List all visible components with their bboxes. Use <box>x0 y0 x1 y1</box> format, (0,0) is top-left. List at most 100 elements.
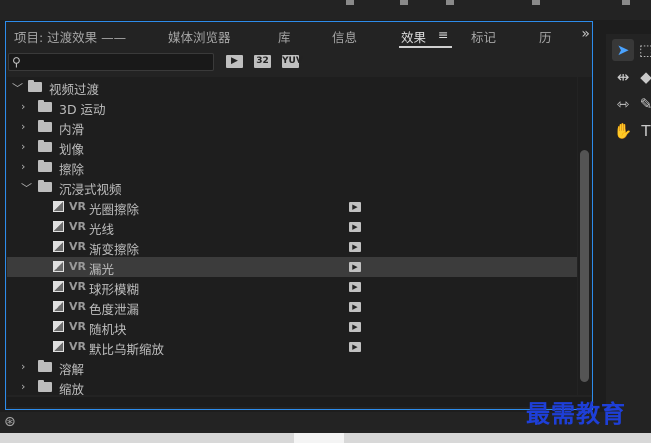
tree-row-video-transitions[interactable]: ﹀ 视频过渡 <box>7 77 577 97</box>
accelerated-icon: ▶ <box>349 242 361 252</box>
chevron-down-icon[interactable]: ﹀ <box>12 80 23 96</box>
transition-icon <box>53 281 64 292</box>
tree-row-folder[interactable]: › 擦除 <box>7 157 577 177</box>
accelerated-icon: ▶ <box>349 322 361 332</box>
effects-tree: ﹀ 视频过渡 › 3D 运动 › 内滑 › 划像 › 擦除 ﹀ 沉浸式视频 VR… <box>7 77 577 395</box>
tab-overflow-icon[interactable]: » <box>581 26 590 42</box>
slip-tool-icon[interactable]: ⇿ <box>612 93 634 115</box>
folder-icon <box>38 140 52 152</box>
vr-badge: VR <box>69 220 86 233</box>
ripple-edit-tool-icon[interactable]: ⇹ <box>612 66 634 88</box>
tree-row-folder[interactable]: › 划像 <box>7 137 577 157</box>
tree-row-immersive-video[interactable]: ﹀ 沉浸式视频 <box>7 177 577 197</box>
selection-tool-icon[interactable]: ➤ <box>612 39 634 61</box>
tree-row-effect-selected[interactable]: VR 漏光 ▶ <box>7 257 577 277</box>
hand-tool-icon[interactable]: ✋ <box>612 120 634 142</box>
folder-label: 沉浸式视频 <box>59 182 122 197</box>
tree-row-folder[interactable]: › 溶解 <box>7 357 577 377</box>
horizontal-scrollbar[interactable] <box>7 397 591 407</box>
folder-label: 内滑 <box>59 122 85 137</box>
chevron-right-icon[interactable]: › <box>21 100 25 113</box>
effect-label: 渐变擦除 <box>89 242 140 257</box>
vr-badge: VR <box>69 260 86 273</box>
transition-icon <box>53 321 64 332</box>
folder-label: 缩放 <box>59 382 85 395</box>
top-bar-icon <box>400 0 408 5</box>
folder-icon <box>38 180 52 192</box>
vr-badge: VR <box>69 340 86 353</box>
accelerated-icon: ▶ <box>349 202 361 212</box>
tree-row-folder[interactable]: › 缩放 <box>7 377 577 395</box>
32bit-filter-button[interactable]: 32 <box>254 55 271 68</box>
tree-row-effect[interactable]: VR 色度泄漏 ▶ <box>7 297 577 317</box>
bottom-strip-gap <box>294 433 344 443</box>
vr-badge: VR <box>69 320 86 333</box>
vertical-scrollbar-thumb[interactable] <box>580 150 589 382</box>
accelerated-icon: ▶ <box>349 342 361 352</box>
tree-row-folder[interactable]: › 内滑 <box>7 117 577 137</box>
chevron-right-icon[interactable]: › <box>21 360 25 373</box>
bottom-strip <box>0 433 651 443</box>
vr-badge: VR <box>69 200 86 213</box>
tab-menu-icon[interactable]: ≡ <box>438 27 448 42</box>
vr-badge: VR <box>69 300 86 313</box>
effect-label: 随机块 <box>89 322 127 337</box>
active-tab-underline <box>399 46 452 48</box>
tree-row-folder[interactable]: › 3D 运动 <box>7 97 577 117</box>
tree-row-effect[interactable]: VR 随机块 ▶ <box>7 317 577 337</box>
tab-effects[interactable]: 效果 <box>401 27 426 46</box>
transition-icon <box>53 201 64 212</box>
panel-tab-bar: 项目: 过渡效果 —— 媒体浏览器 库 信息 效果 ≡ 标记 历 » <box>6 22 592 49</box>
type-tool-icon[interactable]: T <box>635 120 651 142</box>
tab-markers[interactable]: 标记 <box>471 27 496 46</box>
accelerated-icon: ▶ <box>349 222 361 232</box>
folder-label: 擦除 <box>59 162 85 177</box>
folder-label: 划像 <box>59 142 85 157</box>
folder-label: 溶解 <box>59 362 85 377</box>
chevron-right-icon[interactable]: › <box>21 160 25 173</box>
tree-row-effect[interactable]: VR 光线 ▶ <box>7 217 577 237</box>
effect-label: 球形模糊 <box>89 282 140 297</box>
transition-icon <box>53 341 64 352</box>
tab-media-browser[interactable]: 媒体浏览器 <box>168 27 231 46</box>
pen-tool-icon[interactable]: ✎ <box>635 93 651 115</box>
top-bar-icon <box>532 0 540 5</box>
chevron-down-icon[interactable]: ﹀ <box>21 180 32 196</box>
accelerated-icon: ▶ <box>349 282 361 292</box>
folder-icon <box>38 120 52 132</box>
search-icon: ⚲ <box>12 55 21 69</box>
transition-icon <box>53 301 64 312</box>
tab-libraries[interactable]: 库 <box>278 27 291 46</box>
track-select-tool-icon[interactable]: ⬚ <box>635 39 651 61</box>
top-bar-icon <box>622 0 630 5</box>
tab-info[interactable]: 信息 <box>332 27 357 46</box>
razor-tool-icon[interactable]: ◆ <box>635 66 651 88</box>
chevron-right-icon[interactable]: › <box>21 120 25 133</box>
accelerated-icon: ▶ <box>349 302 361 312</box>
tree-row-effect[interactable]: VR 默比乌斯缩放 ▶ <box>7 337 577 357</box>
transition-icon <box>53 241 64 252</box>
yuv-filter-button[interactable]: YUV <box>282 55 303 68</box>
folder-icon <box>38 160 52 172</box>
effect-label: 漏光 <box>89 262 115 277</box>
tools-panel: ➤ ⬚ ⇹ ◆ ⇿ ✎ ✋ T <box>606 34 651 414</box>
chevron-right-icon[interactable]: › <box>21 380 25 393</box>
folder-icon <box>28 80 42 92</box>
effect-label: 默比乌斯缩放 <box>89 342 165 357</box>
top-bar-icon <box>446 0 454 5</box>
effects-panel: 项目: 过渡效果 —— 媒体浏览器 库 信息 效果 ≡ 标记 历 » ⚲ ▶ 3… <box>5 21 593 410</box>
tree-row-effect[interactable]: VR 光圈擦除 ▶ <box>7 197 577 217</box>
effect-label: 光圈擦除 <box>89 202 140 217</box>
tab-project[interactable]: 项目: 过渡效果 —— <box>14 27 126 46</box>
tree-row-effect[interactable]: VR 渐变擦除 ▶ <box>7 237 577 257</box>
effect-label: 光线 <box>89 222 115 237</box>
vr-badge: VR <box>69 240 86 253</box>
creative-cloud-icon[interactable]: ⊛ <box>4 414 16 430</box>
accelerated-effects-filter-button[interactable]: ▶ <box>226 55 243 68</box>
search-input[interactable] <box>25 54 211 70</box>
tree-row-effect[interactable]: VR 球形模糊 ▶ <box>7 277 577 297</box>
tab-history[interactable]: 历 <box>539 27 552 46</box>
top-bar-icon <box>346 0 354 5</box>
folder-icon <box>38 100 52 112</box>
chevron-right-icon[interactable]: › <box>21 140 25 153</box>
